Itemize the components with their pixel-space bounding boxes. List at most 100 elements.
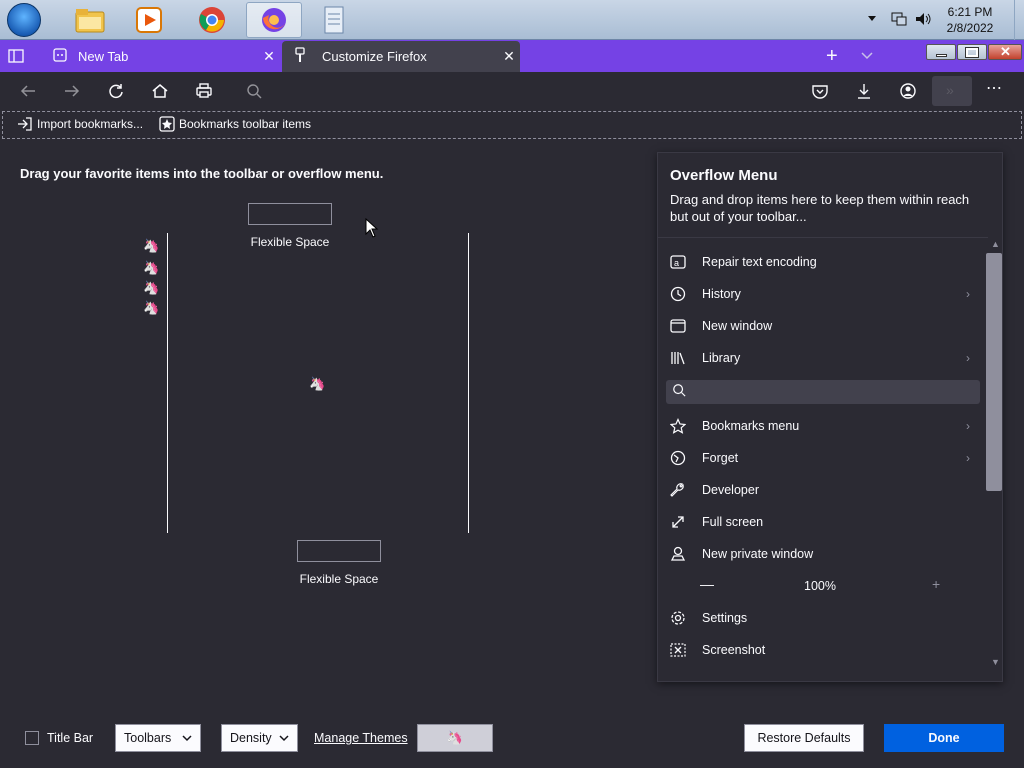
private-window-icon — [668, 544, 688, 564]
search-icon[interactable] — [242, 80, 266, 102]
overflow-item-label: Forget — [702, 451, 739, 465]
zoom-out-button[interactable]: — — [700, 576, 714, 592]
forward-arrow-icon[interactable] — [60, 80, 84, 102]
unicorn-icon: 🦄 — [143, 280, 160, 295]
start-button[interactable] — [7, 3, 41, 37]
zoom-controls: — 100% + — [668, 572, 980, 600]
library-icon — [668, 348, 688, 368]
theme-preview-button[interactable]: 🦄 — [417, 724, 493, 752]
home-icon[interactable] — [148, 80, 172, 102]
text-encoding-icon: a — [668, 252, 688, 272]
notepad-icon[interactable] — [306, 2, 362, 38]
overflow-item-developer[interactable]: Developer — [668, 476, 980, 504]
flexible-space-item-bottom[interactable] — [297, 540, 381, 562]
unicorn-icon: 🦄 — [143, 260, 160, 275]
tab-new-tab[interactable]: New Tab ✕ — [40, 40, 280, 72]
overflow-item-label: Bookmarks menu — [702, 419, 800, 433]
overflow-item-repair-text-encoding[interactable]: a Repair text encoding — [668, 248, 980, 276]
clock[interactable]: 6:21 PM 2/8/2022 — [940, 4, 1000, 44]
clock-time: 6:21 PM — [947, 5, 993, 19]
toolbars-dropdown[interactable]: Toolbars — [115, 724, 201, 752]
drag-hint-text: Drag your favorite items into the toolba… — [20, 166, 384, 181]
zoom-level[interactable]: 100% — [804, 579, 836, 593]
toolbars-label: Toolbars — [124, 731, 172, 745]
svg-text:a: a — [674, 258, 679, 268]
new-tab-icon — [52, 47, 68, 66]
print-icon[interactable] — [192, 80, 216, 102]
overflow-scroll-thumb[interactable] — [986, 253, 1002, 491]
flexible-space-item-top[interactable] — [248, 203, 332, 225]
overflow-item-label: Developer — [702, 483, 759, 497]
close-icon[interactable]: ✕ — [258, 48, 280, 65]
file-explorer-icon[interactable] — [62, 2, 118, 38]
chrome-icon[interactable] — [184, 2, 240, 38]
overflow-item-label: Full screen — [702, 515, 764, 529]
overflow-item-forget[interactable]: Forget › — [668, 444, 980, 472]
overflow-menu-title: Overflow Menu — [670, 167, 778, 184]
firefox-icon[interactable] — [246, 2, 302, 38]
import-bookmarks-button[interactable]: Import bookmarks... — [17, 116, 143, 132]
overflow-item-label: History — [702, 287, 741, 301]
tab-new-tab-label: New Tab — [78, 48, 129, 64]
zoom-in-button[interactable]: + — [932, 576, 940, 592]
scroll-up-icon[interactable]: ▲ — [991, 239, 1000, 249]
show-desktop-button[interactable] — [1014, 0, 1024, 40]
overflow-item-history[interactable]: History › — [668, 280, 980, 308]
pocket-icon[interactable] — [808, 80, 832, 102]
menu-dots-icon[interactable]: ⋯ — [986, 78, 1002, 98]
title-bar-checkbox[interactable] — [25, 731, 39, 745]
chevron-down-icon — [182, 735, 192, 742]
overflow-item-new-private-window[interactable]: New private window — [668, 540, 980, 568]
title-bar-toggle[interactable]: Title Bar — [25, 724, 93, 752]
sidebar-toggle-icon[interactable] — [8, 48, 24, 69]
tab-list-chevron-icon[interactable] — [860, 48, 874, 67]
overflow-menu-list: a Repair text encoding History › New win… — [658, 237, 988, 677]
manage-themes-link[interactable]: Manage Themes — [314, 724, 408, 752]
spring-divider-right — [468, 233, 469, 533]
overflow-item-label: Repair text encoding — [702, 255, 817, 269]
overflow-item-library[interactable]: Library › — [668, 344, 980, 372]
spring-divider-left — [167, 233, 168, 533]
overflow-item-label: Library — [702, 351, 741, 365]
overflow-item-settings[interactable]: Settings — [668, 604, 980, 632]
new-tab-plus-icon[interactable]: + — [826, 45, 838, 68]
overflow-item-full-screen[interactable]: Full screen — [668, 508, 980, 536]
bookmarks-toolbar-items-label: Bookmarks toolbar items — [179, 117, 312, 131]
tab-strip: New Tab ✕ Customize Firefox ✕ + — [0, 40, 1024, 72]
tab-customize-firefox[interactable]: Customize Firefox ✕ — [282, 41, 520, 72]
reload-icon[interactable] — [104, 80, 128, 102]
overflow-item-label: New window — [702, 319, 773, 333]
chevron-right-icon: › — [966, 419, 970, 433]
mouse-cursor-icon — [365, 217, 379, 243]
minimize-button[interactable] — [926, 44, 956, 60]
windows-taskbar: 6:21 PM 2/8/2022 — [0, 0, 1024, 40]
overflow-menu-description: Drag and drop items here to keep them wi… — [670, 192, 970, 224]
download-icon[interactable] — [852, 80, 876, 102]
new-window-icon — [668, 316, 688, 336]
flexible-space-label-top: Flexible Space — [250, 235, 330, 249]
overflow-item-screenshot[interactable]: Screenshot — [668, 636, 980, 664]
close-window-button[interactable]: ✕ — [988, 44, 1022, 60]
overflow-item-bookmarks-menu[interactable]: Bookmarks menu › — [668, 412, 980, 440]
density-dropdown[interactable]: Density — [221, 724, 298, 752]
bookmarks-toolbar-items[interactable]: Bookmarks toolbar items — [159, 116, 311, 132]
restore-defaults-button[interactable]: Restore Defaults — [744, 724, 864, 752]
chevron-right-icon: › — [966, 287, 970, 301]
overflow-search-field[interactable] — [666, 380, 980, 404]
done-button[interactable]: Done — [884, 724, 1004, 752]
clock-date: 2/8/2022 — [946, 21, 994, 35]
close-icon: ✕ — [1000, 44, 1011, 59]
chevron-right-icon: › — [966, 351, 970, 365]
back-arrow-icon[interactable] — [16, 80, 40, 102]
account-icon[interactable] — [896, 80, 920, 102]
forget-icon — [668, 448, 688, 468]
overflow-item-label: Settings — [702, 611, 748, 625]
media-player-icon[interactable] — [121, 2, 177, 38]
scroll-down-icon[interactable]: ▼ — [991, 657, 1000, 667]
overflow-item-new-window[interactable]: New window — [668, 312, 980, 340]
close-icon[interactable]: ✕ — [498, 48, 520, 65]
overflow-menu-button[interactable]: » — [932, 76, 972, 106]
import-bookmarks-label: Import bookmarks... — [37, 117, 144, 131]
restore-button[interactable] — [957, 44, 987, 60]
unicorn-icon: 🦄 — [309, 376, 326, 391]
